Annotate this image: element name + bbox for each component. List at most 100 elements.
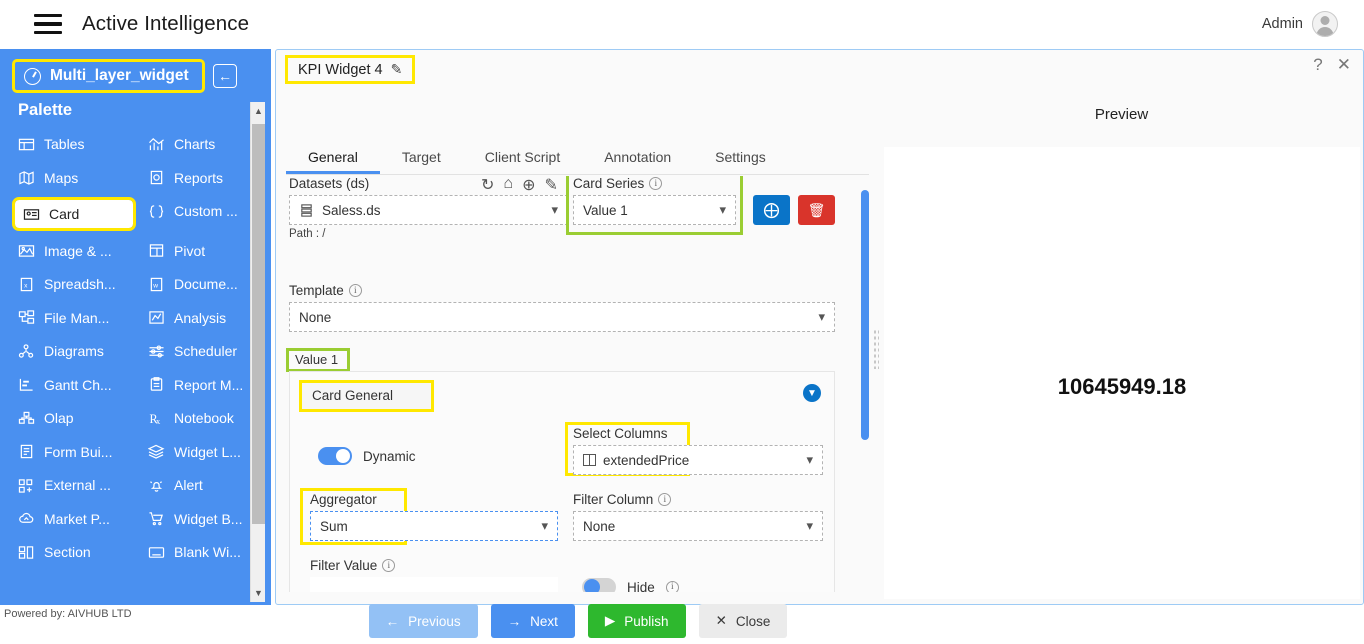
sidebar-collapse-button[interactable]: ← [213,64,237,88]
braces-icon [149,204,164,218]
form-builder-icon [20,444,33,459]
next-button[interactable]: → Next [490,604,575,638]
tab-settings[interactable]: Settings [693,142,788,174]
home-icon[interactable]: ⌂ [503,176,513,195]
close-icon: ✕ [715,613,727,628]
dataset-path: Path : / [289,228,326,240]
palette-grid: Tables Charts Maps Reports Card Custom ... Ima… [0,133,260,563]
help-icon[interactable]: ? [1313,55,1322,75]
notebook-icon: Rx [149,412,161,426]
template-label: Template i [289,283,362,298]
external-icon [18,478,33,493]
palette-item-olap[interactable]: Olap [12,407,142,429]
scheduler-icon [149,344,164,358]
filter-column-label-text: Filter Column [573,492,654,507]
palette-item-tables[interactable]: Tables [12,133,142,155]
scroll-down-arrow-icon[interactable]: ▼ [251,584,266,602]
palette-item-label: Section [44,544,91,560]
analysis-icon [149,311,164,324]
palette-item-label: File Man... [44,309,110,326]
hide-toggle[interactable] [582,578,616,592]
previous-button-label: Previous [408,613,461,629]
chevron-down-icon[interactable]: ▼ [803,384,821,402]
editor-scrollbar[interactable] [861,190,869,440]
dynamic-toggle-row: Dynamic [318,447,416,465]
palette-item-label: Tables [44,136,85,152]
palette-item-maps[interactable]: Maps [12,167,142,189]
filter-column-select[interactable]: None ▾ [573,511,823,541]
svg-text:w: w [152,282,158,289]
add-series-button[interactable]: ⨁ [753,195,790,225]
info-icon[interactable]: i [658,493,672,506]
select-columns-select[interactable]: extendedPrice ▾ [573,445,823,475]
current-widget-chip[interactable]: Multi_layer_widget [12,59,205,93]
palette-item-section[interactable]: Section [12,541,142,563]
palette-title: Palette [18,101,73,119]
svg-text:x: x [24,282,28,289]
filter-value-label: Filter Value i [310,558,396,573]
palette-item-spreadsh[interactable]: x Spreadsh... [12,273,142,295]
chevron-down-icon: ▾ [818,309,825,324]
pencil-edit-icon[interactable]: ✎ [391,61,403,78]
image-icon [18,245,35,257]
previous-button[interactable]: ← Previous [368,604,478,638]
chevron-down-icon: ▾ [551,202,558,217]
preview-kpi-value: 10645949.18 [1057,374,1187,399]
info-icon[interactable]: i [665,580,679,592]
sidebar-scrollbar[interactable]: ▲ ▼ [250,102,265,602]
aggregator-select[interactable]: Sum ▾ [310,511,558,541]
palette-item-gantt-ch[interactable]: Gantt Ch... [12,374,142,396]
tab-general[interactable]: General [286,142,380,174]
palette-item-label: Report M... [174,376,244,393]
delete-series-button[interactable]: 🗑 [798,195,835,225]
palette-item-diagrams[interactable]: Diagrams [12,340,142,362]
gauge-icon [24,67,41,85]
info-icon[interactable]: i [382,559,396,572]
palette-item-card[interactable]: Card [12,197,136,231]
close-button[interactable]: ✕ Close [698,604,788,638]
admin-menu[interactable]: Admin [1262,11,1338,37]
palette-item-market-p[interactable]: Market P... [12,508,142,530]
card-series-select[interactable]: Value 1 ▾ [573,195,736,225]
scroll-up-arrow-icon[interactable]: ▲ [251,102,266,120]
table-icon [18,138,35,150]
datasets-select[interactable]: Saless.ds ▾ [289,195,568,225]
blank-window-icon [148,546,165,558]
info-icon[interactable]: i [649,177,663,190]
template-select[interactable]: None ▾ [289,302,835,332]
refresh-icon[interactable]: ↻ [481,176,494,195]
tab-client-script[interactable]: Client Script [463,142,582,174]
filter-column-value: None [583,518,616,534]
dynamic-toggle[interactable] [318,447,352,465]
close-icon[interactable]: ✕ [1337,55,1351,75]
publish-button-label: Publish [624,613,669,629]
info-icon[interactable]: i [348,284,362,297]
palette-item-label: Reports [174,169,224,186]
palette-item-label: Widget B... [174,510,243,527]
edit-icon[interactable]: ✎ [544,176,557,195]
palette-item-label: Olap [44,410,74,426]
tab-annotation[interactable]: Annotation [582,142,693,174]
value-section-label: Value 1 [286,348,351,372]
sidebar-scroll-thumb[interactable] [252,124,265,524]
add-circle-icon[interactable]: ⊕ [522,176,535,195]
spreadsheet-icon: x [20,277,33,291]
palette-item-image[interactable]: Image & ... [12,240,142,262]
palette-item-file-man[interactable]: File Man... [12,307,142,329]
tab-target[interactable]: Target [380,142,463,174]
preview-resize-grip[interactable] [873,329,879,369]
user-avatar-icon[interactable] [1312,11,1338,37]
palette-item-label: Blank Wi... [174,544,241,560]
publish-button[interactable]: ▶ Publish [587,604,686,638]
palette-item-form-bui[interactable]: Form Bui... [12,441,142,463]
preview-canvas: 10645949.18 [884,147,1360,599]
dialog-title-text: KPI Widget 4 [298,61,383,78]
editor-pane: Datasets (ds) ↻ ⌂ ⊕ ✎ Saless.ds ▾ Path :… [286,176,870,592]
palette-item-label: Alert [174,477,203,493]
filter-value-input[interactable] [310,577,558,592]
aggregator-label: Aggregator [310,492,377,507]
footer-credit: Powered by: AIVHUB LTD [0,605,271,622]
palette-item-external[interactable]: External ... [12,474,142,496]
top-bar: Active Intelligence Admin [0,0,1364,48]
hamburger-icon[interactable] [34,14,62,34]
